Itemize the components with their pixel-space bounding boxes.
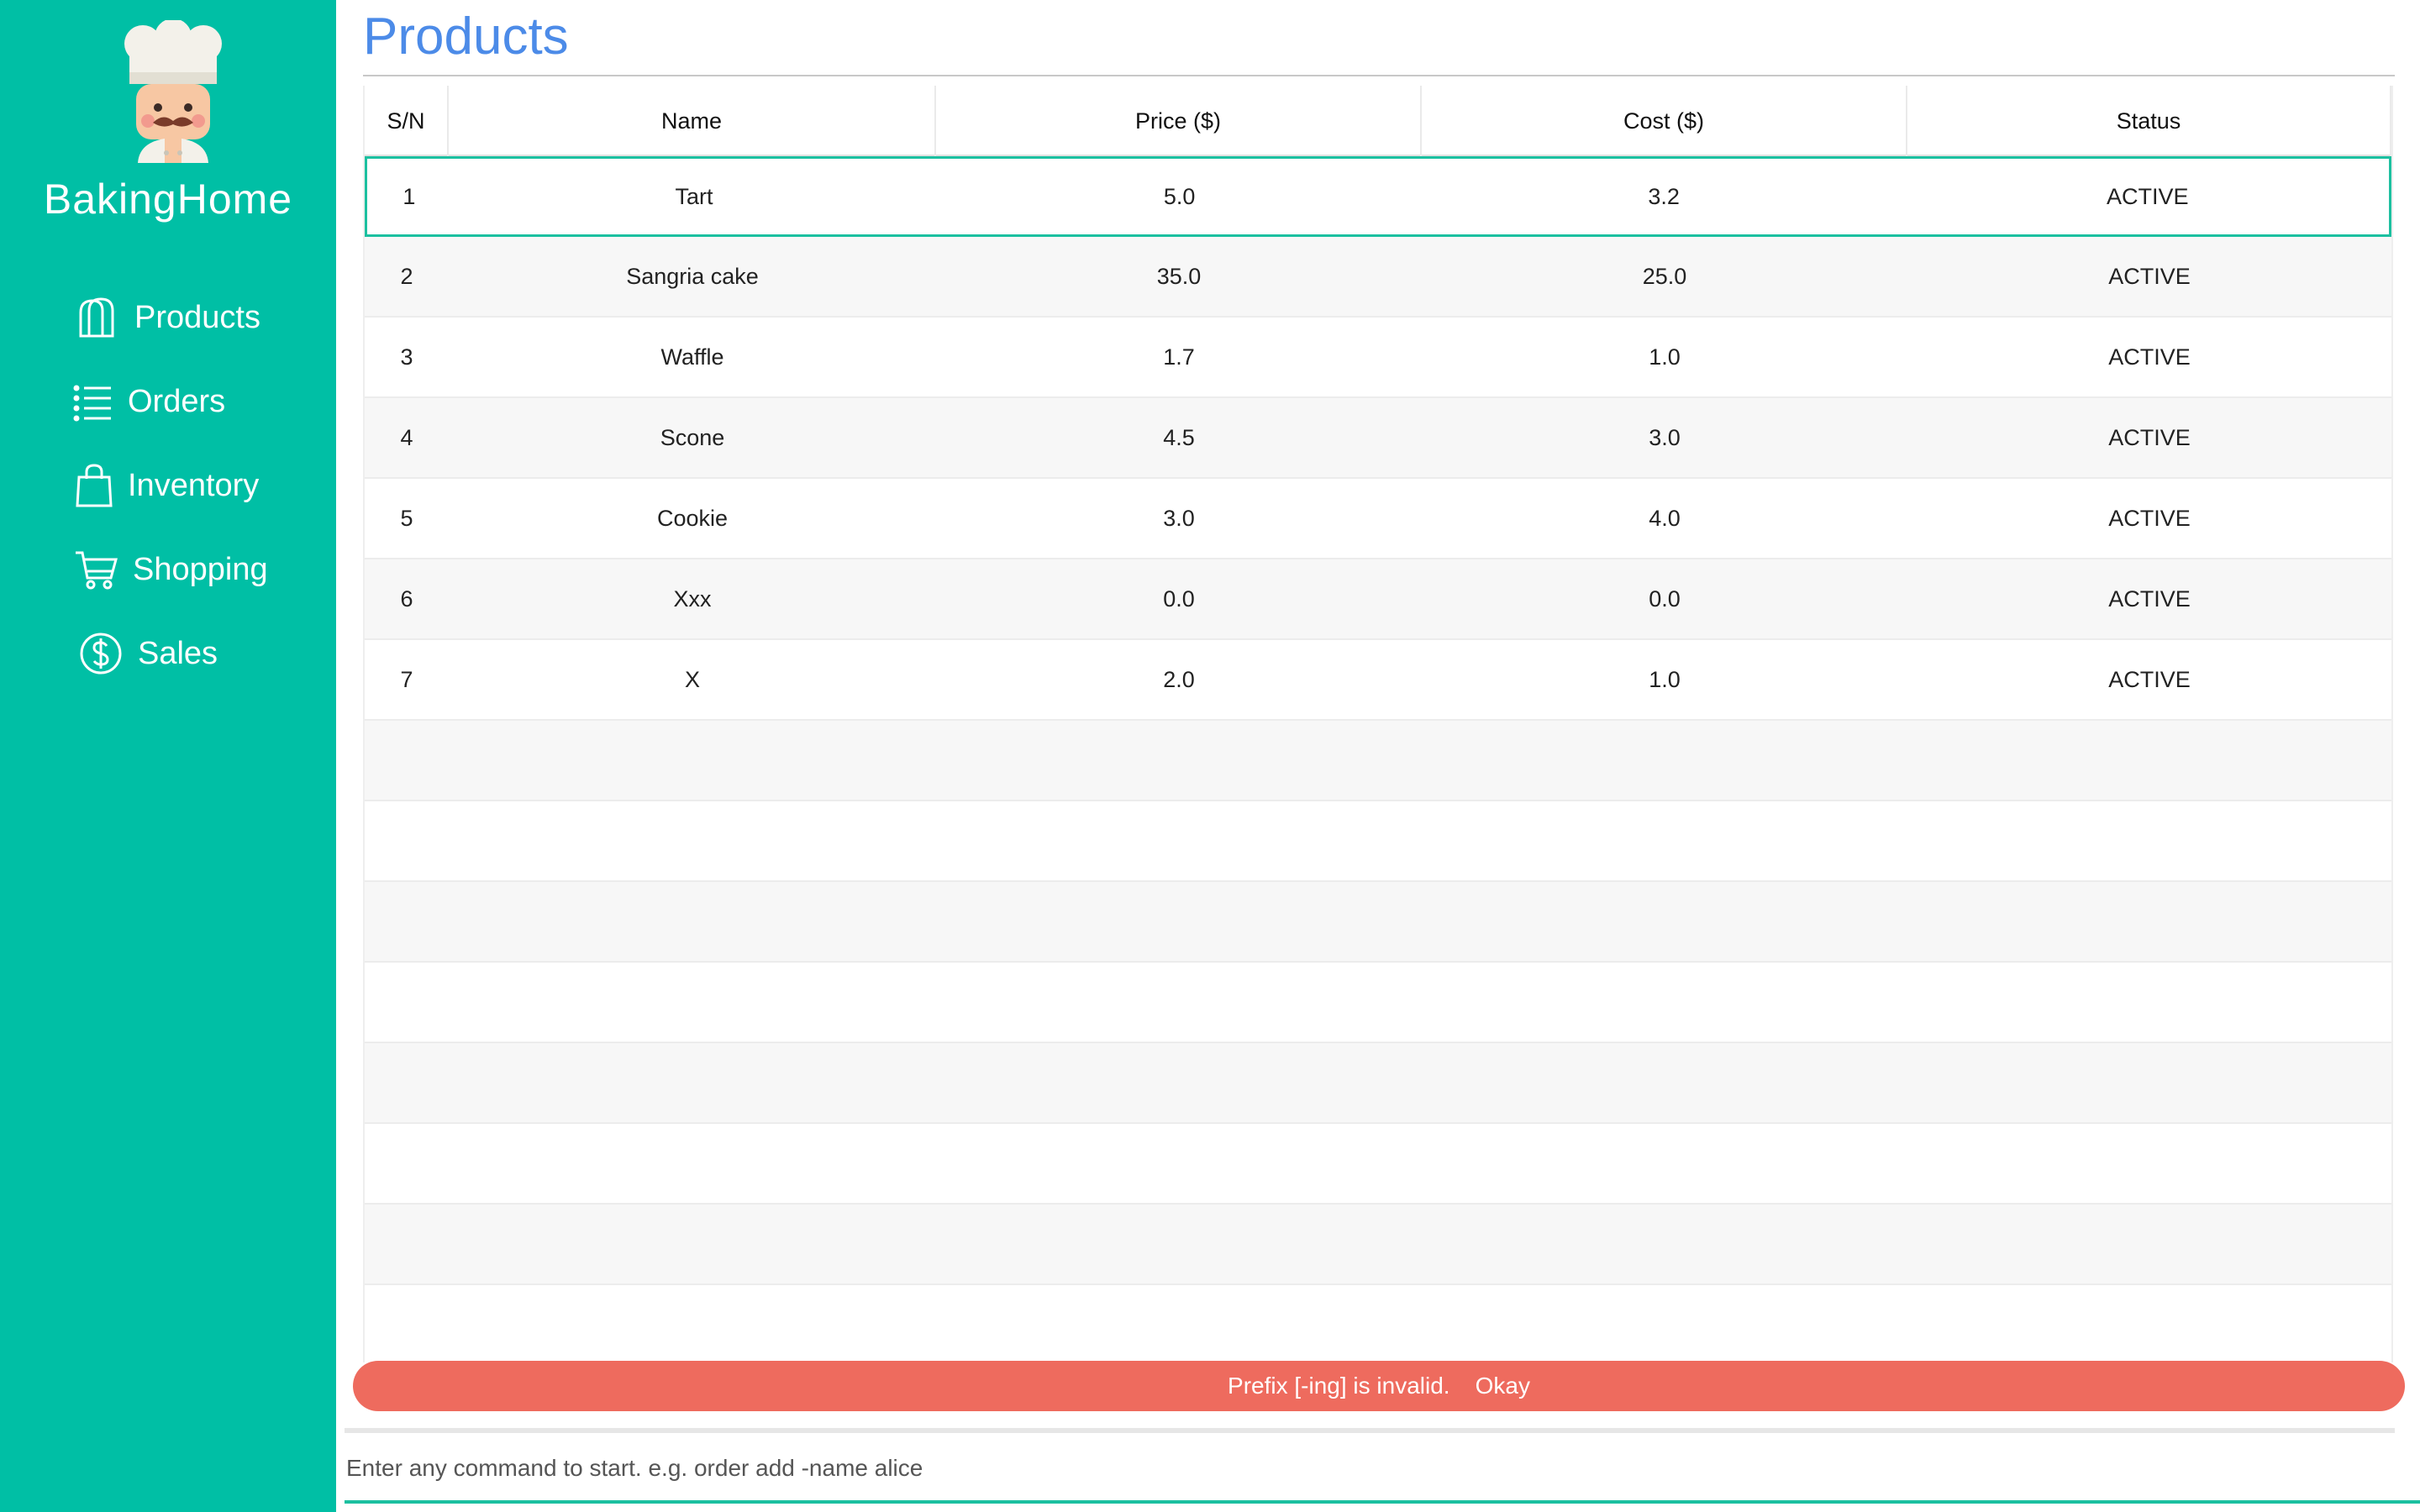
sidebar-item-products[interactable]: Products — [72, 284, 260, 351]
column-header-name[interactable]: Name — [449, 86, 936, 156]
cell-price: 4.5 — [1163, 424, 1195, 450]
table-row[interactable]: 7 X 2.0 1.0 ACTIVE — [365, 640, 2391, 721]
table-row[interactable]: 3 Waffle 1.7 1.0 ACTIVE — [365, 318, 2391, 398]
cell-sn: 1 — [402, 183, 416, 209]
cell-status: ACTIVE — [2108, 263, 2191, 289]
cell-cost: 4.0 — [1649, 505, 1681, 531]
cell-cost: 3.2 — [1648, 183, 1680, 209]
sidebar-item-label: Products — [134, 299, 260, 335]
table-row[interactable]: 4 Scone 4.5 3.0 ACTIVE — [365, 398, 2391, 479]
cell-cost: 25.0 — [1642, 263, 1687, 289]
cell-price: 2.0 — [1163, 666, 1195, 692]
app-name: BakingHome — [43, 176, 293, 223]
sidebar-item-inventory[interactable]: Inventory — [76, 452, 259, 519]
cell-price: 0.0 — [1163, 585, 1195, 612]
cell-status: ACTIVE — [2108, 344, 2191, 370]
command-input[interactable] — [345, 1436, 2420, 1500]
cell-status: ACTIVE — [2108, 424, 2191, 450]
sidebar-item-shopping[interactable]: Shopping — [74, 536, 268, 603]
empty-table-row — [365, 1124, 2391, 1205]
table-body: 1 Tart 5.0 3.2 ACTIVE 2 Sangria cake 35.… — [365, 156, 2391, 1366]
column-header-price[interactable]: Price ($) — [936, 86, 1422, 156]
cell-sn: 2 — [400, 263, 413, 289]
table-row[interactable]: 6 Xxx 0.0 0.0 ACTIVE — [365, 559, 2391, 640]
cart-icon — [74, 548, 118, 591]
sidebar-item-label: Shopping — [133, 551, 268, 587]
cell-status: ACTIVE — [2108, 585, 2191, 612]
empty-table-row — [365, 963, 2391, 1043]
bread-icon — [72, 294, 119, 341]
title-divider — [363, 75, 2395, 76]
command-box — [345, 1436, 2420, 1504]
cell-sn: 3 — [400, 344, 413, 370]
empty-table-row — [365, 721, 2391, 801]
table-row[interactable]: 1 Tart 5.0 3.2 ACTIVE — [365, 156, 2391, 237]
chef-icon — [124, 20, 222, 163]
dollar-icon — [79, 632, 123, 675]
cell-sn: 6 — [400, 585, 413, 612]
toast-okay-button[interactable]: Okay — [1476, 1373, 1530, 1399]
cell-cost: 0.0 — [1649, 585, 1681, 612]
toast-message: Prefix [-ing] is invalid. — [1228, 1373, 1450, 1399]
list-icon — [72, 381, 113, 422]
sidebar-item-label: Sales — [138, 635, 218, 671]
empty-table-row — [365, 1205, 2391, 1285]
cell-name: Sangria cake — [626, 263, 759, 289]
column-header-sn[interactable]: S/N — [365, 86, 449, 156]
table-row[interactable]: 2 Sangria cake 35.0 25.0 ACTIVE — [365, 237, 2391, 318]
bag-icon — [76, 464, 113, 507]
cell-sn: 4 — [400, 424, 413, 450]
cell-name: Xxx — [673, 585, 712, 612]
cell-name: Scone — [660, 424, 725, 450]
cell-cost: 1.0 — [1649, 666, 1681, 692]
cell-sn: 5 — [400, 505, 413, 531]
cell-cost: 1.0 — [1649, 344, 1681, 370]
cell-cost: 3.0 — [1649, 424, 1681, 450]
sidebar-item-sales[interactable]: Sales — [79, 620, 218, 687]
empty-table-row — [365, 1043, 2391, 1124]
table-header: S/N Name Price ($) Cost ($) Status — [365, 86, 2391, 156]
empty-table-row — [365, 1285, 2391, 1366]
sidebar-item-label: Inventory — [128, 467, 260, 503]
page-title: Products — [363, 8, 569, 66]
cell-name: Tart — [675, 183, 713, 209]
column-header-status[interactable]: Status — [1907, 86, 2391, 156]
cell-price: 5.0 — [1163, 183, 1196, 209]
cell-name: Cookie — [656, 505, 729, 531]
column-header-cost[interactable]: Cost ($) — [1422, 86, 1907, 156]
empty-table-row — [365, 882, 2391, 963]
products-table: S/N Name Price ($) Cost ($) Status 1 Tar… — [363, 86, 2393, 1366]
cell-price: 35.0 — [1156, 263, 1202, 289]
command-divider — [345, 1428, 2395, 1433]
error-toast: Prefix [-ing] is invalid. Okay — [353, 1361, 2405, 1411]
cell-status: ACTIVE — [2106, 183, 2189, 209]
cell-status: ACTIVE — [2108, 505, 2191, 531]
cell-price: 3.0 — [1163, 505, 1195, 531]
table-row[interactable]: 5 Cookie 3.0 4.0 ACTIVE — [365, 479, 2391, 559]
sidebar-item-label: Orders — [128, 383, 226, 419]
empty-table-row — [365, 801, 2391, 882]
cell-name: Waffle — [660, 344, 724, 370]
cell-sn: 7 — [400, 666, 413, 692]
sidebar: BakingHome Products Orders Inventory Sho… — [0, 0, 336, 1512]
sidebar-item-orders[interactable]: Orders — [72, 368, 225, 435]
cell-status: ACTIVE — [2108, 666, 2191, 692]
cell-price: 1.7 — [1163, 344, 1195, 370]
cell-name: X — [684, 666, 700, 692]
